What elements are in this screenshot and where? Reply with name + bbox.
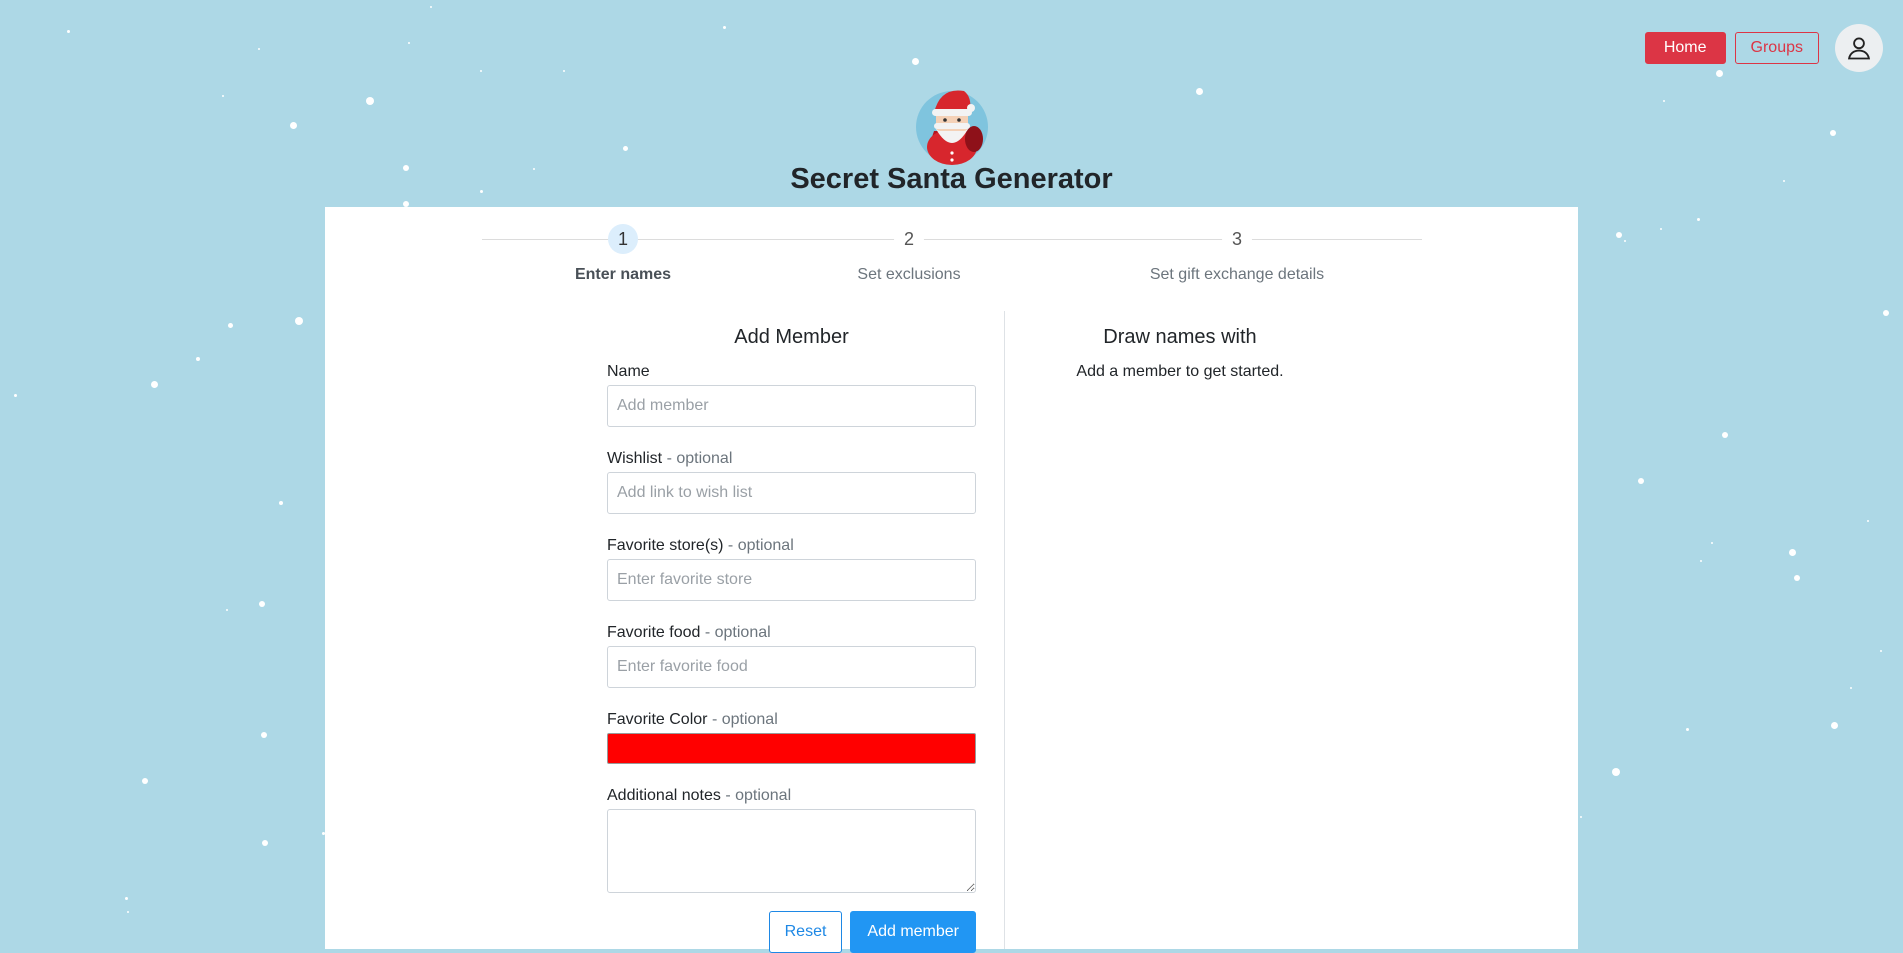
optional-hint: - optional bbox=[704, 624, 771, 641]
step-3-circle: 3 bbox=[1222, 224, 1252, 254]
snowflake bbox=[151, 381, 158, 388]
color-field-group: Favorite Color - optional bbox=[607, 710, 976, 764]
stores-label: Favorite store(s) - optional bbox=[607, 537, 794, 554]
name-input[interactable] bbox=[607, 385, 976, 427]
wishlist-field-group: Wishlist - optional bbox=[607, 449, 976, 514]
snowflake bbox=[1624, 240, 1626, 242]
snowflake bbox=[723, 26, 726, 29]
notes-label: Additional notes - optional bbox=[607, 787, 792, 804]
optional-hint: - optional bbox=[727, 537, 794, 554]
wishlist-label: Wishlist - optional bbox=[607, 450, 733, 467]
snowflake bbox=[1880, 650, 1882, 652]
favorite-color-picker[interactable] bbox=[607, 733, 976, 764]
step-set-exclusions[interactable]: 2 Set exclusions bbox=[759, 224, 1059, 284]
snowflake bbox=[196, 357, 200, 361]
snowflake bbox=[14, 394, 17, 397]
optional-hint: - optional bbox=[666, 450, 733, 467]
snowflake bbox=[290, 122, 297, 129]
notes-field-group: Additional notes - optional bbox=[607, 786, 976, 893]
snowflake bbox=[1867, 520, 1869, 522]
snowflake bbox=[1580, 816, 1582, 818]
column-divider bbox=[1004, 311, 1005, 949]
favorite-food-input[interactable] bbox=[607, 646, 976, 688]
snowflake bbox=[1616, 232, 1622, 238]
account-avatar-button[interactable] bbox=[1835, 24, 1883, 72]
snowflake bbox=[563, 70, 565, 72]
add-member-form: Add Member Name Wishlist - optional Favo… bbox=[607, 310, 976, 953]
snowflake bbox=[1686, 728, 1689, 731]
snowflake bbox=[1697, 218, 1700, 221]
additional-notes-textarea[interactable] bbox=[607, 809, 976, 893]
color-label: Favorite Color - optional bbox=[607, 711, 778, 728]
optional-hint: - optional bbox=[725, 787, 792, 804]
snowflake bbox=[262, 840, 268, 846]
main-card: 1 Enter names 2 Set exclusions 3 Set gif… bbox=[325, 207, 1578, 953]
name-field-group: Name bbox=[607, 362, 976, 427]
step-2-circle: 2 bbox=[894, 224, 924, 254]
snowflake bbox=[912, 58, 919, 65]
snowflake bbox=[1831, 722, 1838, 729]
step-3-label: Set gift exchange details bbox=[1149, 266, 1325, 283]
food-label: Favorite food - optional bbox=[607, 624, 771, 641]
snowflake bbox=[1196, 88, 1203, 95]
snowflake bbox=[125, 897, 128, 900]
snowflake bbox=[228, 323, 233, 328]
top-navigation: Home Groups bbox=[1644, 24, 1883, 72]
snowflake bbox=[366, 97, 374, 105]
stores-field-group: Favorite store(s) - optional bbox=[607, 536, 976, 601]
add-member-heading: Add Member bbox=[734, 326, 849, 348]
snowflake bbox=[127, 911, 129, 913]
snowflake bbox=[1830, 130, 1836, 136]
snowflake bbox=[222, 95, 224, 97]
step-1-circle: 1 bbox=[608, 224, 638, 254]
snowflake bbox=[226, 609, 228, 611]
snowflake bbox=[1850, 687, 1852, 689]
members-empty-message: Add a member to get started. bbox=[1076, 363, 1284, 380]
form-actions: Reset Add member bbox=[607, 911, 976, 953]
members-heading: Draw names with bbox=[1103, 326, 1257, 348]
snowflake bbox=[261, 732, 267, 738]
groups-button[interactable]: Groups bbox=[1734, 32, 1819, 64]
person-icon bbox=[1847, 37, 1871, 60]
snowflake bbox=[1794, 575, 1800, 581]
favorite-store-input[interactable] bbox=[607, 559, 976, 601]
snowflake bbox=[430, 6, 432, 8]
snowflake bbox=[1612, 768, 1620, 776]
step-2-label: Set exclusions bbox=[857, 266, 961, 283]
members-panel: Draw names with Add a member to get star… bbox=[1030, 326, 1330, 381]
snowflake bbox=[623, 146, 628, 151]
santa-logo bbox=[914, 85, 990, 165]
add-member-button[interactable]: Add member bbox=[850, 911, 976, 953]
optional-hint: - optional bbox=[711, 711, 778, 728]
snowflake bbox=[480, 70, 482, 72]
snowflake bbox=[295, 317, 303, 325]
reset-button[interactable]: Reset bbox=[768, 911, 843, 953]
name-label: Name bbox=[607, 363, 650, 380]
snowflake bbox=[1700, 560, 1702, 562]
snowflake bbox=[1883, 310, 1889, 316]
snowflake bbox=[408, 42, 410, 44]
step-1-label: Enter names bbox=[574, 266, 672, 283]
step-enter-names[interactable]: 1 Enter names bbox=[473, 224, 773, 284]
app-title: Secret Santa Generator bbox=[790, 163, 1113, 195]
santa-icon bbox=[916, 90, 988, 165]
snowflake bbox=[142, 778, 148, 784]
snowflake bbox=[258, 48, 260, 50]
snowflake bbox=[1638, 478, 1644, 484]
food-field-group: Favorite food - optional bbox=[607, 623, 976, 688]
snowflake bbox=[1660, 228, 1662, 230]
snowflake bbox=[1722, 432, 1728, 438]
home-button[interactable]: Home bbox=[1644, 32, 1726, 64]
snowflake bbox=[1663, 100, 1665, 102]
snowflake bbox=[259, 601, 265, 607]
step-gift-exchange-details[interactable]: 3 Set gift exchange details bbox=[1087, 224, 1387, 284]
snowflake bbox=[1711, 542, 1713, 544]
snowflake bbox=[279, 501, 283, 505]
snowflake bbox=[1789, 549, 1796, 556]
wishlist-input[interactable] bbox=[607, 472, 976, 514]
snowflake bbox=[67, 30, 70, 33]
